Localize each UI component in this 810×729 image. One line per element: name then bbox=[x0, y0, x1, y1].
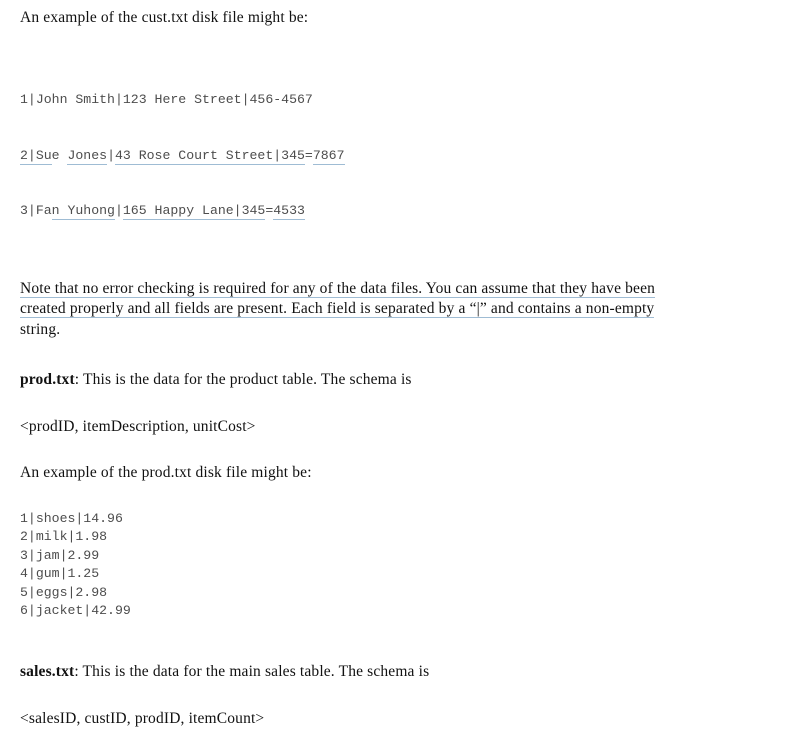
code-segment-underlined: 165 Happy Lane|345 bbox=[122, 202, 266, 220]
code-line: 5|eggs|2.98 bbox=[20, 584, 108, 600]
cust-txt-code-block: 1|John Smith|123 Here Street|456-4567 2|… bbox=[0, 55, 810, 257]
prod-txt-filename: prod.txt bbox=[20, 371, 75, 389]
spacer-after-cust-code bbox=[0, 257, 810, 279]
sales-txt-filename: sales.txt bbox=[20, 663, 75, 681]
spacer-after-prod-schema bbox=[0, 437, 810, 463]
code-segment-underlined: 4533 bbox=[273, 202, 305, 220]
prod-txt-description-text: : This is the data for the product table… bbox=[74, 371, 412, 389]
prod-example-intro: An example of the prod.txt disk file mig… bbox=[20, 464, 312, 482]
code-segment: 3|Fa bbox=[20, 202, 52, 218]
code-line: 2|milk|1.98 bbox=[20, 529, 108, 545]
note-line-2: created properly and all fields are pres… bbox=[20, 300, 655, 319]
note-line-1: Note that no error checking is required … bbox=[20, 279, 656, 298]
cust-code-line-1: 1|John Smith|123 Here Street|456-4567 bbox=[20, 91, 790, 109]
note-paragraph: Note that no error checking is required … bbox=[0, 279, 810, 341]
code-segment: | bbox=[114, 202, 123, 218]
code-segment-underlined: 43 Rose Court Street|345 bbox=[114, 147, 305, 165]
spacer-after-prod-intro bbox=[0, 484, 810, 510]
cust-code-line-3: 3|Fan Yuhong|165 Happy Lane|345=4533 bbox=[20, 202, 790, 220]
top-spacer bbox=[0, 0, 810, 8]
spacer-after-note bbox=[0, 340, 810, 370]
cust-code-line-2: 2|Sue Jones|43 Rose Court Street|345=786… bbox=[20, 147, 790, 165]
code-line: 3|jam|2.99 bbox=[20, 547, 100, 563]
note-line-3: string. bbox=[20, 320, 61, 338]
code-segment: = bbox=[304, 147, 313, 163]
document-page: An example of the cust.txt disk file mig… bbox=[0, 0, 810, 727]
code-segment: | bbox=[107, 147, 115, 163]
code-segment-underlined: Jones bbox=[67, 147, 108, 165]
code-line: 1|shoes|14.96 bbox=[20, 510, 123, 526]
cust-example-intro: An example of the cust.txt disk file mig… bbox=[20, 9, 309, 26]
spacer-after-sales-desc bbox=[0, 683, 810, 709]
spacer-after-cust-intro bbox=[0, 29, 810, 55]
code-line: 4|gum|1.25 bbox=[20, 566, 100, 582]
code-segment-underlined: 7867 bbox=[312, 147, 345, 165]
code-segment: e bbox=[51, 147, 68, 163]
spacer-after-prod-desc bbox=[0, 391, 810, 417]
sales-txt-schema: <salesID, custID, prodID, itemCount> bbox=[20, 709, 265, 727]
prod-txt-code-block: 1|shoes|14.96 2|milk|1.98 3|jam|2.99 4|gum|… bbox=[0, 510, 810, 620]
code-segment-underlined: n Yuhong bbox=[51, 202, 115, 220]
prod-txt-schema: <prodID, itemDescription, unitCost> bbox=[20, 417, 256, 435]
spacer-after-prod-code bbox=[0, 620, 810, 662]
sales-txt-description: sales.txt: This is the data for the main… bbox=[0, 662, 810, 683]
code-segment: 1|John Smith|123 Here Street|456-4567 bbox=[20, 92, 313, 108]
sales-txt-description-text: : This is the data for the main sales ta… bbox=[74, 663, 430, 681]
code-segment-underlined: 2|Su bbox=[20, 147, 52, 165]
prod-txt-description: prod.txt: This is the data for the produ… bbox=[0, 370, 810, 391]
